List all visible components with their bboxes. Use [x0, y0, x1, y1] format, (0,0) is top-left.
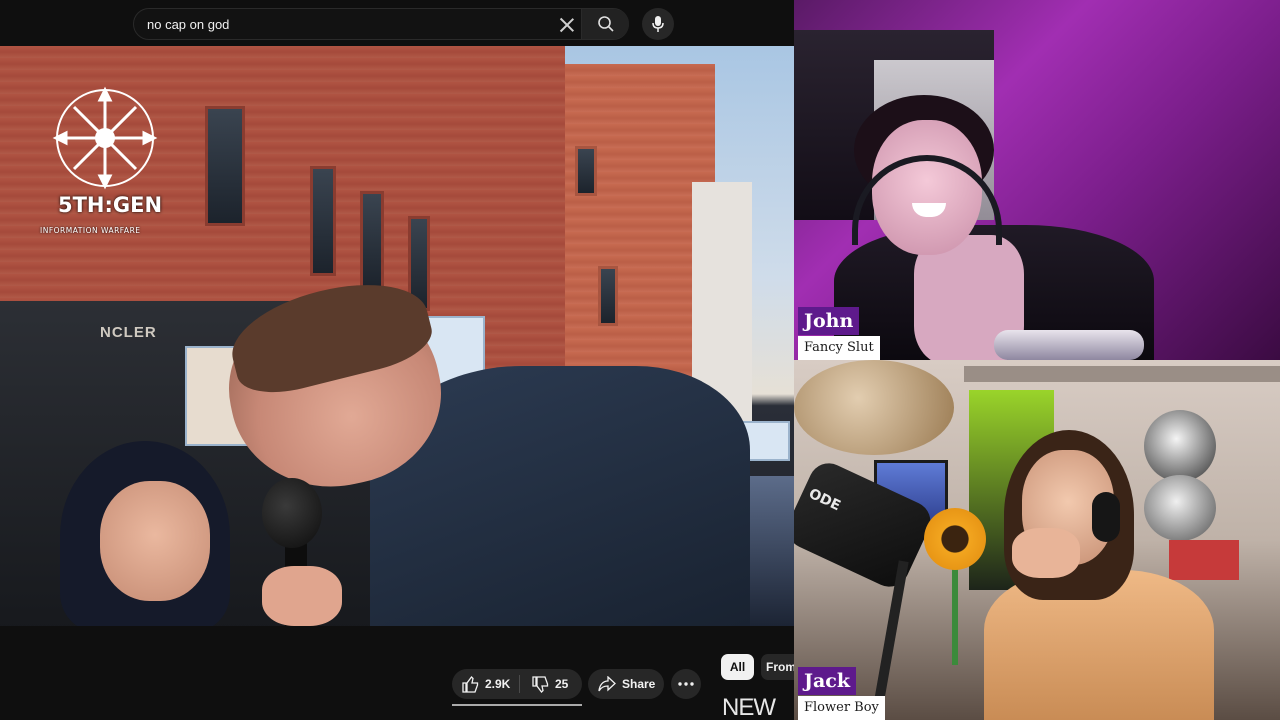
sunflower	[924, 508, 986, 570]
plush-toy	[794, 360, 954, 455]
window	[205, 106, 245, 226]
channel-logo: 5TH:GEN INFORMATION WARFARE	[40, 86, 175, 246]
voice-search-button[interactable]	[642, 8, 674, 40]
microphone	[262, 478, 322, 548]
logo-title: 5TH:GEN	[58, 193, 163, 217]
logo-subtitle: INFORMATION WARFARE	[40, 226, 141, 235]
like-ratio-bar	[452, 704, 582, 706]
search-bar	[133, 8, 629, 40]
window	[310, 166, 336, 276]
headset-icon	[1092, 492, 1120, 542]
like-count[interactable]: 2.9K	[485, 677, 510, 691]
stream-layout: NCLER	[0, 0, 1280, 720]
more-icon	[678, 682, 694, 686]
search-button[interactable]	[581, 9, 629, 39]
thumbs-up-icon[interactable]	[462, 676, 479, 693]
dislike-count: 25	[555, 677, 569, 691]
streamer-name: Jack	[798, 667, 857, 695]
store-sign: NCLER	[100, 324, 157, 341]
jack-hand	[1012, 528, 1080, 578]
microphone	[994, 330, 1144, 360]
streamer-subtitle: Fancy Slut	[798, 336, 880, 360]
streamer-jack	[984, 430, 1214, 720]
youtube-panel: NCLER	[0, 0, 801, 720]
webcam-jack: ODE Jack Flower Boy	[794, 360, 1280, 720]
video-player[interactable]: NCLER 5TH:GEN INFORMATION WARFARE	[0, 46, 794, 626]
more-button[interactable]	[671, 669, 701, 699]
streamer-name: John	[798, 307, 860, 335]
window	[575, 146, 597, 196]
thumbs-down-icon[interactable]	[532, 676, 549, 693]
shelf	[964, 366, 1280, 382]
webcam-john: John Fancy Slut	[794, 0, 1280, 360]
hand	[262, 566, 342, 626]
share-label: Share	[622, 677, 656, 691]
suggested-thumbnail-text[interactable]: NEW	[722, 694, 776, 720]
like-dislike-group: 2.9K 25	[452, 669, 582, 699]
share-icon	[598, 676, 616, 692]
streamer-john	[834, 95, 1154, 360]
chip-label: All	[729, 660, 746, 674]
chaos-star-icon	[52, 86, 158, 190]
window	[360, 191, 384, 291]
search-icon	[598, 16, 614, 32]
mic-icon	[652, 16, 664, 32]
filter-chip-all[interactable]: All	[721, 654, 754, 680]
sunflower-stem	[952, 565, 958, 665]
interviewer-face	[100, 481, 210, 601]
pill-divider	[519, 675, 520, 693]
streamer-subtitle: Flower Boy	[798, 696, 885, 720]
share-button[interactable]: Share	[588, 669, 664, 699]
clear-icon[interactable]	[554, 12, 580, 38]
search-input[interactable]	[147, 9, 547, 39]
